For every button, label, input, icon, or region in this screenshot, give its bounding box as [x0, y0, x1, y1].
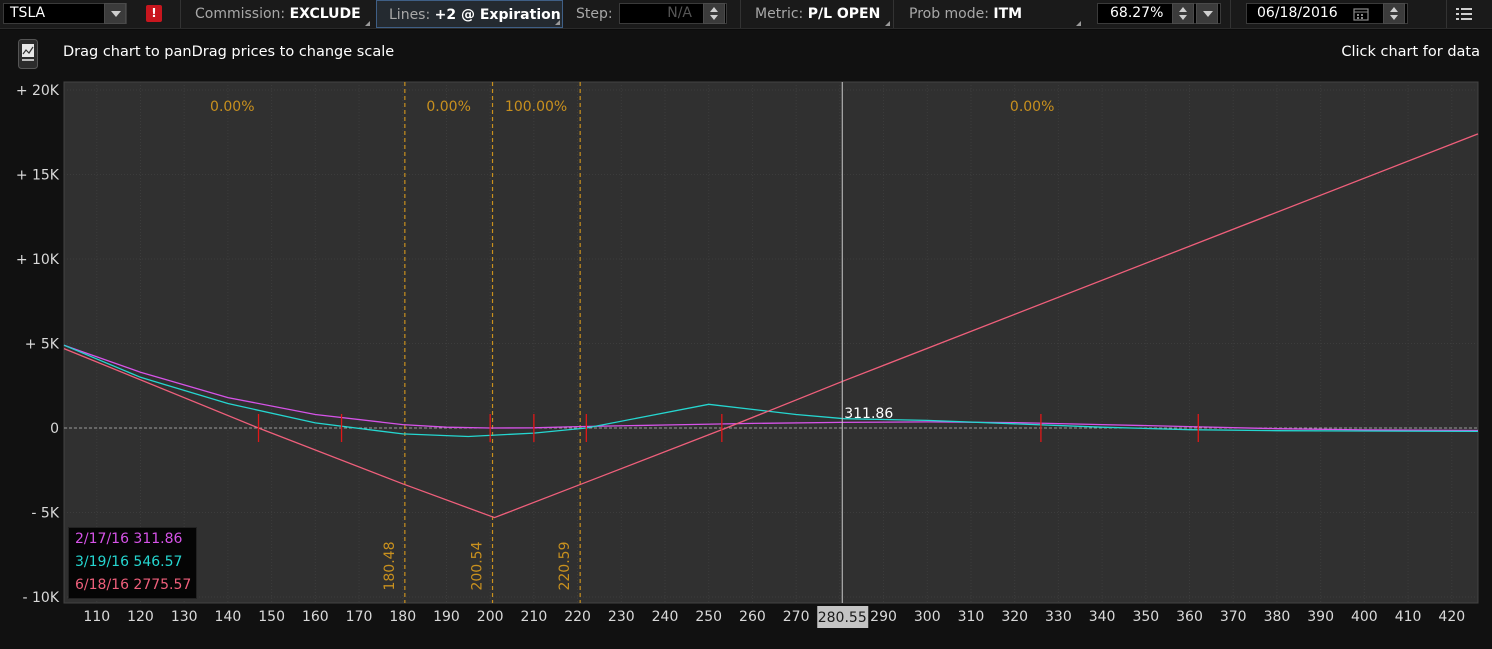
x-tick-label: 150	[258, 609, 285, 625]
x-tick-label: 420	[1438, 609, 1465, 625]
x-tick-label: 330	[1045, 609, 1072, 625]
y-tick-label: + 10K	[16, 252, 60, 268]
y-axis: + 20K + 15K + 10K + 5K 0 - 5K - 10K	[16, 83, 60, 606]
plot-area[interactable]	[63, 81, 1479, 604]
legend: 2/17/16 311.86 3/19/16 546.57 6/18/16 27…	[68, 527, 197, 599]
x-tick-label: 320	[1001, 609, 1028, 625]
current-price-label: 280.55	[818, 610, 867, 626]
x-tick-label: 360	[1176, 609, 1203, 625]
legend-entry-2: 3/19/16 546.57	[75, 554, 183, 570]
x-tick-label: 140	[215, 609, 242, 625]
x-tick-label: 230	[608, 609, 635, 625]
legend-entry-3: 6/18/16 2775.57	[75, 577, 192, 593]
probability-zone-label: 0.00%	[210, 99, 254, 115]
x-tick-label: 300	[914, 609, 941, 625]
x-tick-label: 170	[346, 609, 373, 625]
legend-entry-1: 2/17/16 311.86	[75, 531, 183, 547]
x-tick-label: 110	[83, 609, 110, 625]
y-tick-label: + 5K	[25, 337, 60, 353]
y-tick-label: - 10K	[23, 590, 60, 606]
y-tick-label: 0	[50, 421, 59, 437]
x-tick-label: 400	[1351, 609, 1378, 625]
probability-line-label: 180.48	[382, 542, 398, 591]
x-tick-label: 290	[870, 609, 897, 625]
x-tick-label: 270	[783, 609, 810, 625]
y-tick-label: - 5K	[31, 506, 59, 522]
y-tick-label: + 20K	[16, 83, 60, 99]
probability-zone-label: 0.00%	[426, 99, 470, 115]
x-tick-label: 120	[127, 609, 154, 625]
x-axis: 110 120 130 140 150 160 170 180 190 200 210 220 230 2…	[83, 606, 1465, 628]
x-tick-label: 160	[302, 609, 329, 625]
probability-zone-label: 100.00%	[505, 99, 567, 115]
probability-zone-label: 0.00%	[1010, 99, 1054, 115]
x-tick-label: 390	[1307, 609, 1334, 625]
x-tick-label: 310	[958, 609, 985, 625]
x-tick-label: 240	[652, 609, 679, 625]
pl-chart[interactable]: 180.48 200.54 220.59 0.00% 0.00% 100.00% 0.00…	[0, 0, 1492, 649]
probability-line-label: 220.59	[557, 542, 573, 591]
x-tick-label: 260	[739, 609, 766, 625]
x-tick-label: 190	[433, 609, 460, 625]
x-tick-label: 370	[1220, 609, 1247, 625]
y-tick-label: + 15K	[16, 168, 60, 184]
probability-line-label: 200.54	[470, 541, 486, 590]
x-tick-label: 250	[695, 609, 722, 625]
x-tick-label: 130	[171, 609, 198, 625]
x-tick-label: 350	[1132, 609, 1159, 625]
x-tick-label: 200	[477, 609, 504, 625]
x-tick-label: 210	[521, 609, 548, 625]
x-tick-label: 340	[1089, 609, 1116, 625]
x-tick-label: 220	[564, 609, 591, 625]
crosshair-value-label: 311.86	[844, 406, 893, 422]
x-tick-label: 180	[389, 609, 416, 625]
x-tick-label: 410	[1395, 609, 1422, 625]
x-tick-label: 380	[1264, 609, 1291, 625]
